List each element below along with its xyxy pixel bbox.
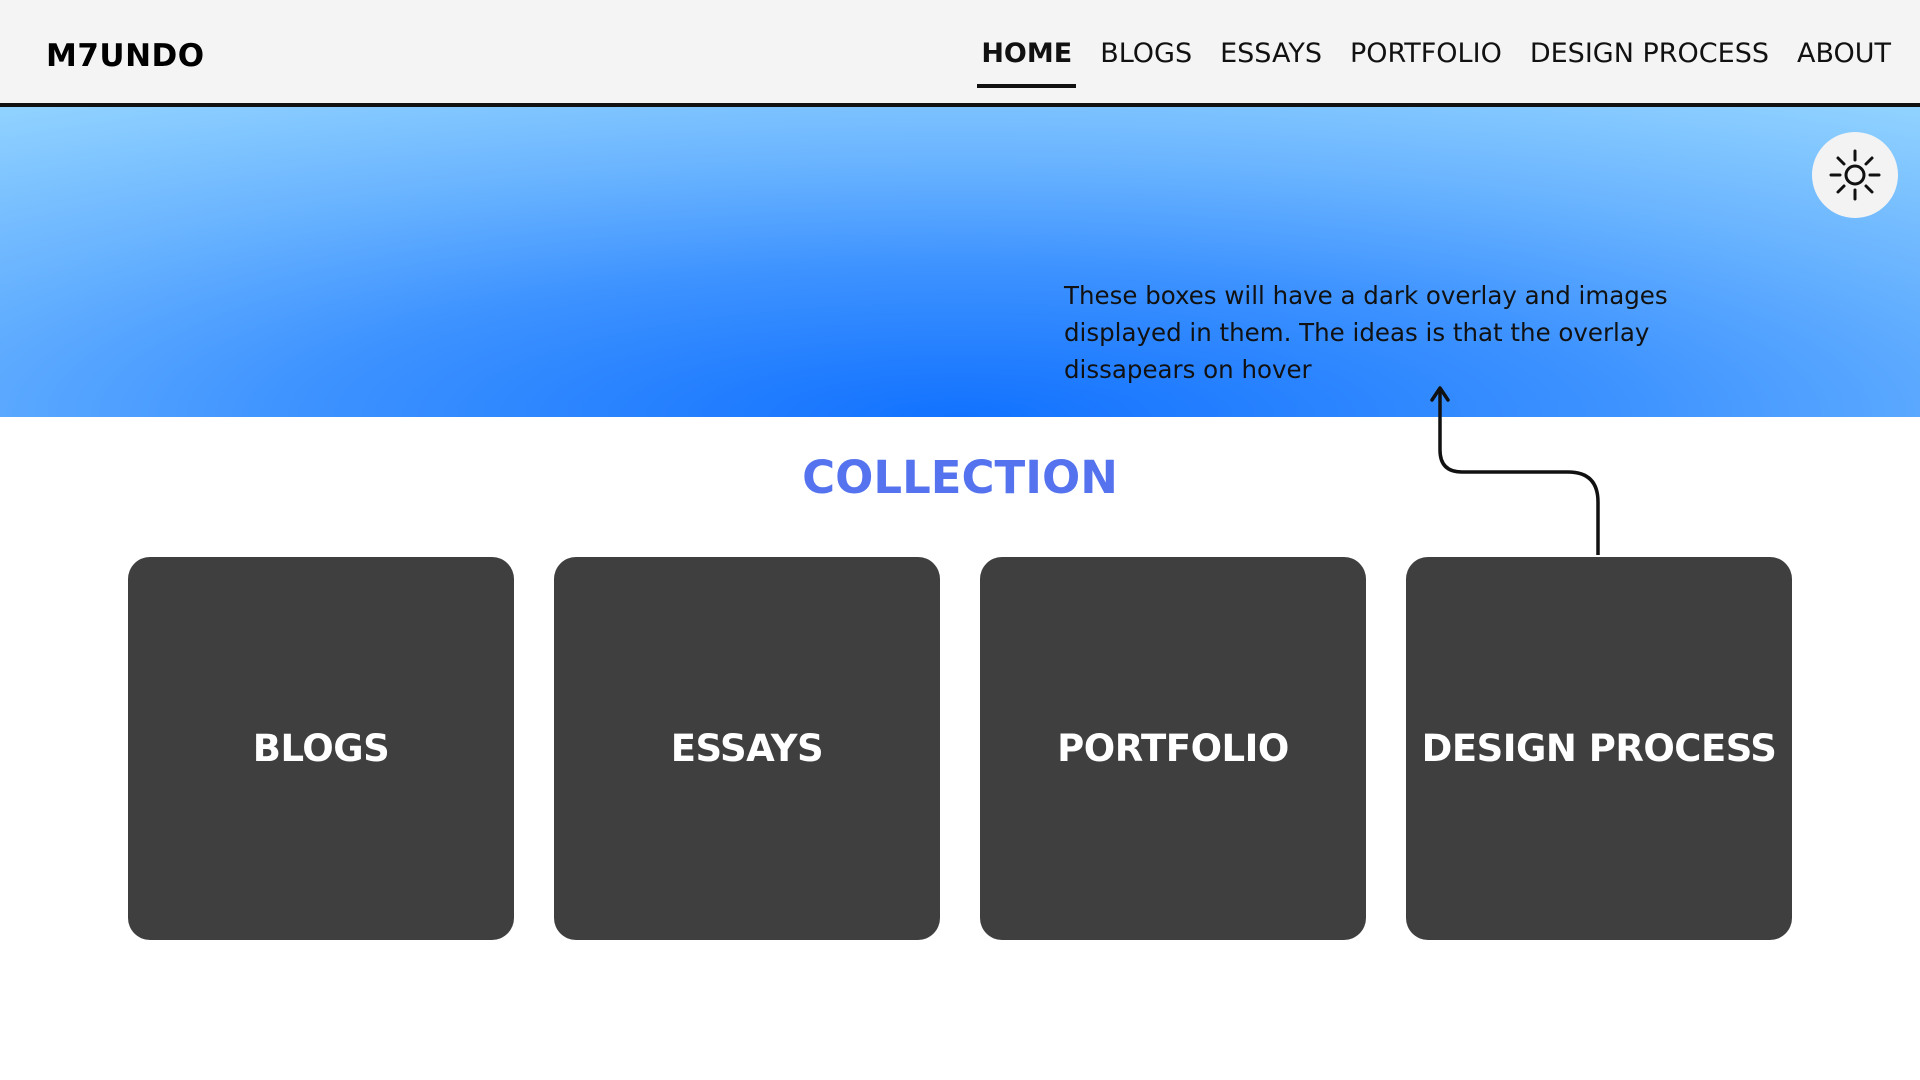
hero-banner: These boxes will have a dark overlay and… (0, 107, 1920, 417)
main-nav: HOME BLOGS ESSAYS PORTFOLIO DESIGN PROCE… (953, 36, 1891, 88)
collection-card-essays[interactable]: ESSAYS (554, 557, 940, 940)
card-label: DESIGN PROCESS (1421, 727, 1777, 770)
nav-item-about[interactable]: ABOUT (1797, 36, 1891, 72)
card-label: PORTFOLIO (1057, 727, 1289, 770)
sun-icon (1829, 149, 1881, 201)
card-label: ESSAYS (670, 727, 824, 770)
nav-item-portfolio[interactable]: PORTFOLIO (1350, 36, 1502, 72)
nav-item-blogs[interactable]: BLOGS (1100, 36, 1192, 72)
nav-item-home[interactable]: HOME (977, 36, 1077, 88)
nav-item-design-process[interactable]: DESIGN PROCESS (1530, 36, 1769, 72)
collection-title: COLLECTION (802, 451, 1118, 504)
annotation-note: These boxes will have a dark overlay and… (1064, 281, 1668, 384)
page: M7UNDO HOME BLOGS ESSAYS PORTFOLIO DESIG… (0, 0, 1920, 1080)
brand-logo[interactable]: M7UNDO (46, 36, 205, 76)
theme-toggle-button[interactable] (1812, 132, 1898, 218)
card-label: BLOGS (252, 727, 390, 770)
collection-card-blogs[interactable]: BLOGS (128, 557, 514, 940)
top-navbar: M7UNDO HOME BLOGS ESSAYS PORTFOLIO DESIG… (0, 0, 1920, 107)
nav-item-essays[interactable]: ESSAYS (1220, 36, 1322, 72)
collection-grid: BLOGS ESSAYS PORTFOLIO DESIGN PROCESS (128, 557, 1792, 940)
collection-card-design-process[interactable]: DESIGN PROCESS (1406, 557, 1792, 940)
collection-card-portfolio[interactable]: PORTFOLIO (980, 557, 1366, 940)
